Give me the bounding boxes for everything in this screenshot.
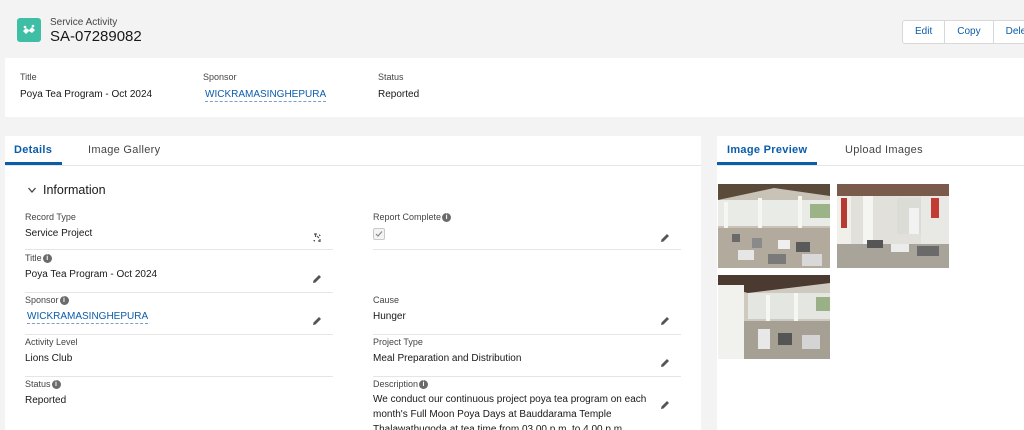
active-tab-indicator [717, 162, 817, 165]
highlight-sponsor-label: Sponsor [203, 72, 237, 82]
action-button-group: Edit Copy Dele [902, 20, 1024, 44]
field-value: Lions Club [25, 353, 73, 364]
highlight-title-value: Poya Tea Program - Oct 2024 [20, 89, 153, 100]
description-value: We conduct our continuous project poya t… [373, 392, 658, 430]
gallery-image[interactable] [718, 184, 830, 268]
field-activity-level: Activity Level Lions Club [25, 337, 333, 377]
info-icon[interactable]: i [419, 379, 429, 389]
gallery-image[interactable] [837, 184, 949, 268]
highlight-title-label: Title [20, 72, 37, 82]
checkmark-icon [375, 231, 383, 237]
hall-photo [718, 184, 830, 268]
edit-description-pencil-icon[interactable] [659, 399, 671, 411]
description-line: We conduct our continuous project poya t… [373, 394, 647, 405]
tab-image-preview[interactable]: Image Preview [727, 144, 807, 156]
field-report-complete: Report Complete i [373, 212, 681, 250]
info-icon[interactable]: i [42, 253, 52, 263]
info-icon[interactable]: i [442, 212, 452, 222]
edit-project-type-pencil-icon[interactable] [659, 357, 671, 369]
tab-details[interactable]: Details [14, 144, 52, 156]
field-label: Activity Level [25, 337, 78, 347]
edit-title-pencil-icon[interactable] [311, 273, 323, 285]
field-label: Project Type [373, 337, 423, 347]
page-header: Service Activity SA-07289082 Edit Copy D… [0, 0, 1024, 58]
field-label: Cause [373, 295, 400, 305]
highlight-title: Title Poya Tea Program - Oct 2024 [20, 72, 152, 100]
field-label: Status [25, 379, 51, 389]
field-label: Record Type [25, 212, 76, 222]
image-card: Image Preview Upload Images [717, 136, 1024, 430]
field-cause: Cause Hunger [373, 295, 681, 335]
change-record-type-icon[interactable] [311, 232, 323, 244]
active-tab-indicator [5, 162, 62, 165]
info-icon[interactable]: i [59, 295, 69, 305]
hall-photo [718, 275, 830, 359]
copy-button[interactable]: Copy [944, 20, 994, 44]
details-tabset: Details Image Gallery [5, 136, 701, 166]
field-record-type: Record Type Service Project [25, 212, 333, 250]
field-value: Reported [25, 395, 67, 406]
image-tabset: Image Preview Upload Images [717, 136, 1024, 166]
highlight-sponsor: Sponsor WICKRAMASINGHEPURA [203, 72, 327, 102]
field-project-type: Project Type Meal Preparation and Distri… [373, 337, 681, 377]
service-activity-icon [17, 18, 41, 42]
info-icon[interactable]: i [51, 379, 61, 389]
field-value: Service Project [25, 228, 93, 239]
highlight-status: Status Reported [378, 72, 419, 100]
highlight-status-value: Reported [378, 89, 420, 100]
field-value: Meal Preparation and Distribution [373, 353, 522, 364]
field-label: Sponsor [25, 295, 59, 305]
field-status: Status i Reported [25, 379, 333, 430]
field-sponsor: Sponsor i WICKRAMASINGHEPURA [25, 295, 333, 335]
chevron-down-icon [28, 187, 36, 193]
tab-image-gallery[interactable]: Image Gallery [88, 144, 160, 156]
edit-report-complete-pencil-icon[interactable] [659, 232, 671, 244]
hall-photo [837, 184, 949, 268]
field-label: Description [373, 379, 419, 389]
edit-button[interactable]: Edit [902, 20, 946, 44]
field-title: Title i Poya Tea Program - Oct 2024 [25, 253, 333, 293]
field-value: Poya Tea Program - Oct 2024 [25, 269, 158, 280]
section-title: Information [43, 183, 106, 197]
sponsor-link[interactable]: WICKRAMASINGHEPURA [27, 311, 149, 324]
description-line: month's Full Moon Poya Days at Bauddaram… [373, 409, 612, 420]
tab-upload-images[interactable]: Upload Images [845, 144, 923, 156]
highlight-status-label: Status [378, 72, 404, 82]
field-description: Description i We conduct our continuous p… [373, 379, 681, 430]
gallery-image[interactable] [718, 275, 830, 359]
delete-button[interactable]: Dele [992, 20, 1024, 44]
highlight-sponsor-link[interactable]: WICKRAMASINGHEPURA [205, 89, 327, 102]
report-complete-checkbox [373, 228, 385, 240]
field-label: Title [25, 253, 42, 263]
description-line: Thalawathugoda at tea time from 03.00 p.… [373, 424, 625, 430]
record-name: SA-07289082 [50, 28, 142, 45]
highlights-panel: Title Poya Tea Program - Oct 2024 Sponso… [5, 58, 1024, 117]
object-type-label: Service Activity [50, 17, 118, 28]
edit-cause-pencil-icon[interactable] [659, 315, 671, 327]
information-section-toggle[interactable]: Information [27, 183, 106, 197]
field-value: Hunger [373, 311, 406, 322]
details-card: Details Image Gallery Information Record… [5, 136, 701, 430]
field-label: Report Complete [373, 212, 442, 222]
edit-sponsor-pencil-icon[interactable] [311, 315, 323, 327]
